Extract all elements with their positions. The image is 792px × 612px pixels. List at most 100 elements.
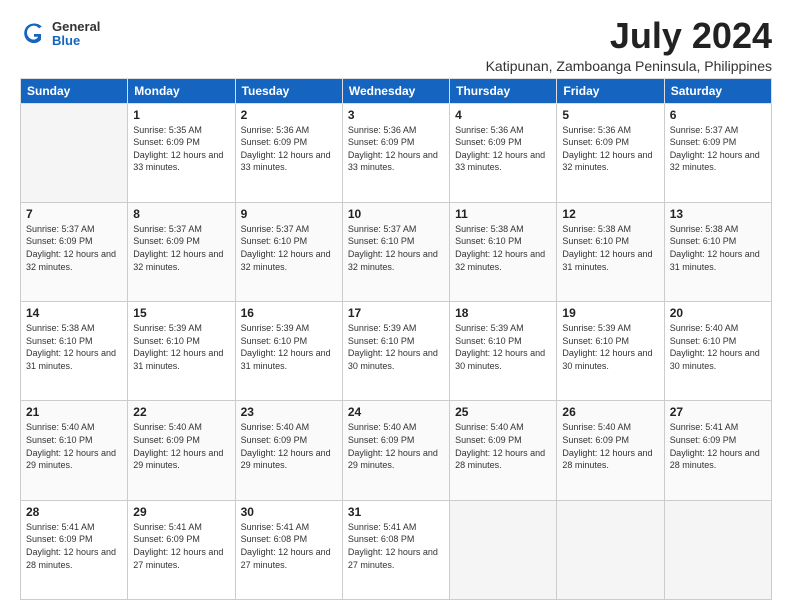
day-number: 1 — [133, 108, 229, 122]
logo-blue: Blue — [52, 34, 100, 48]
calendar-day-empty — [557, 500, 664, 599]
calendar-day-19: 19 Sunrise: 5:39 AMSunset: 6:10 PMDaylig… — [557, 302, 664, 401]
day-info: Sunrise: 5:36 AMSunset: 6:09 PMDaylight:… — [348, 124, 444, 174]
location-title: Katipunan, Zamboanga Peninsula, Philippi… — [486, 58, 772, 74]
calendar-day-7: 7 Sunrise: 5:37 AMSunset: 6:09 PMDayligh… — [21, 202, 128, 301]
day-info: Sunrise: 5:39 AMSunset: 6:10 PMDaylight:… — [455, 322, 551, 372]
logo: General Blue — [20, 20, 100, 49]
day-number: 3 — [348, 108, 444, 122]
day-number: 10 — [348, 207, 444, 221]
calendar-day-8: 8 Sunrise: 5:37 AMSunset: 6:09 PMDayligh… — [128, 202, 235, 301]
calendar-header-thursday: Thursday — [450, 78, 557, 103]
calendar-day-31: 31 Sunrise: 5:41 AMSunset: 6:08 PMDaylig… — [342, 500, 449, 599]
calendar-day-24: 24 Sunrise: 5:40 AMSunset: 6:09 PMDaylig… — [342, 401, 449, 500]
day-number: 9 — [241, 207, 337, 221]
day-info: Sunrise: 5:36 AMSunset: 6:09 PMDaylight:… — [562, 124, 658, 174]
calendar-day-13: 13 Sunrise: 5:38 AMSunset: 6:10 PMDaylig… — [664, 202, 771, 301]
page: General Blue July 2024 Katipunan, Zamboa… — [0, 0, 792, 612]
day-info: Sunrise: 5:38 AMSunset: 6:10 PMDaylight:… — [670, 223, 766, 273]
calendar-day-25: 25 Sunrise: 5:40 AMSunset: 6:09 PMDaylig… — [450, 401, 557, 500]
calendar-day-15: 15 Sunrise: 5:39 AMSunset: 6:10 PMDaylig… — [128, 302, 235, 401]
day-info: Sunrise: 5:41 AMSunset: 6:09 PMDaylight:… — [133, 521, 229, 571]
day-number: 20 — [670, 306, 766, 320]
day-number: 27 — [670, 405, 766, 419]
day-info: Sunrise: 5:38 AMSunset: 6:10 PMDaylight:… — [26, 322, 122, 372]
day-info: Sunrise: 5:40 AMSunset: 6:09 PMDaylight:… — [133, 421, 229, 471]
calendar-day-26: 26 Sunrise: 5:40 AMSunset: 6:09 PMDaylig… — [557, 401, 664, 500]
day-number: 13 — [670, 207, 766, 221]
day-number: 6 — [670, 108, 766, 122]
title-block: July 2024 Katipunan, Zamboanga Peninsula… — [486, 16, 772, 74]
logo-general: General — [52, 20, 100, 34]
calendar-week-1: 1 Sunrise: 5:35 AMSunset: 6:09 PMDayligh… — [21, 103, 772, 202]
calendar-header-sunday: Sunday — [21, 78, 128, 103]
day-number: 15 — [133, 306, 229, 320]
calendar-header-row: SundayMondayTuesdayWednesdayThursdayFrid… — [21, 78, 772, 103]
calendar-header-tuesday: Tuesday — [235, 78, 342, 103]
day-number: 7 — [26, 207, 122, 221]
day-info: Sunrise: 5:40 AMSunset: 6:10 PMDaylight:… — [26, 421, 122, 471]
day-info: Sunrise: 5:40 AMSunset: 6:10 PMDaylight:… — [670, 322, 766, 372]
calendar-day-9: 9 Sunrise: 5:37 AMSunset: 6:10 PMDayligh… — [235, 202, 342, 301]
day-info: Sunrise: 5:36 AMSunset: 6:09 PMDaylight:… — [241, 124, 337, 174]
day-info: Sunrise: 5:40 AMSunset: 6:09 PMDaylight:… — [562, 421, 658, 471]
day-number: 19 — [562, 306, 658, 320]
day-number: 21 — [26, 405, 122, 419]
calendar-day-22: 22 Sunrise: 5:40 AMSunset: 6:09 PMDaylig… — [128, 401, 235, 500]
calendar-day-6: 6 Sunrise: 5:37 AMSunset: 6:09 PMDayligh… — [664, 103, 771, 202]
calendar-day-11: 11 Sunrise: 5:38 AMSunset: 6:10 PMDaylig… — [450, 202, 557, 301]
logo-text: General Blue — [52, 20, 100, 49]
day-info: Sunrise: 5:39 AMSunset: 6:10 PMDaylight:… — [241, 322, 337, 372]
day-info: Sunrise: 5:39 AMSunset: 6:10 PMDaylight:… — [133, 322, 229, 372]
calendar-day-20: 20 Sunrise: 5:40 AMSunset: 6:10 PMDaylig… — [664, 302, 771, 401]
day-number: 26 — [562, 405, 658, 419]
day-info: Sunrise: 5:37 AMSunset: 6:10 PMDaylight:… — [241, 223, 337, 273]
calendar-day-5: 5 Sunrise: 5:36 AMSunset: 6:09 PMDayligh… — [557, 103, 664, 202]
day-number: 23 — [241, 405, 337, 419]
day-info: Sunrise: 5:37 AMSunset: 6:10 PMDaylight:… — [348, 223, 444, 273]
calendar-header-friday: Friday — [557, 78, 664, 103]
calendar-day-17: 17 Sunrise: 5:39 AMSunset: 6:10 PMDaylig… — [342, 302, 449, 401]
month-title: July 2024 — [486, 16, 772, 56]
day-number: 4 — [455, 108, 551, 122]
day-info: Sunrise: 5:37 AMSunset: 6:09 PMDaylight:… — [26, 223, 122, 273]
day-info: Sunrise: 5:38 AMSunset: 6:10 PMDaylight:… — [562, 223, 658, 273]
calendar-day-29: 29 Sunrise: 5:41 AMSunset: 6:09 PMDaylig… — [128, 500, 235, 599]
day-number: 18 — [455, 306, 551, 320]
calendar-week-3: 14 Sunrise: 5:38 AMSunset: 6:10 PMDaylig… — [21, 302, 772, 401]
calendar-day-1: 1 Sunrise: 5:35 AMSunset: 6:09 PMDayligh… — [128, 103, 235, 202]
calendar-week-2: 7 Sunrise: 5:37 AMSunset: 6:09 PMDayligh… — [21, 202, 772, 301]
day-number: 8 — [133, 207, 229, 221]
day-number: 30 — [241, 505, 337, 519]
calendar-day-16: 16 Sunrise: 5:39 AMSunset: 6:10 PMDaylig… — [235, 302, 342, 401]
calendar-header-wednesday: Wednesday — [342, 78, 449, 103]
calendar-day-empty — [450, 500, 557, 599]
day-number: 12 — [562, 207, 658, 221]
day-number: 14 — [26, 306, 122, 320]
calendar-day-18: 18 Sunrise: 5:39 AMSunset: 6:10 PMDaylig… — [450, 302, 557, 401]
day-info: Sunrise: 5:37 AMSunset: 6:09 PMDaylight:… — [133, 223, 229, 273]
day-number: 24 — [348, 405, 444, 419]
calendar-header-monday: Monday — [128, 78, 235, 103]
calendar-day-28: 28 Sunrise: 5:41 AMSunset: 6:09 PMDaylig… — [21, 500, 128, 599]
day-number: 2 — [241, 108, 337, 122]
day-info: Sunrise: 5:41 AMSunset: 6:08 PMDaylight:… — [241, 521, 337, 571]
day-number: 16 — [241, 306, 337, 320]
calendar-day-21: 21 Sunrise: 5:40 AMSunset: 6:10 PMDaylig… — [21, 401, 128, 500]
calendar-day-2: 2 Sunrise: 5:36 AMSunset: 6:09 PMDayligh… — [235, 103, 342, 202]
calendar-day-23: 23 Sunrise: 5:40 AMSunset: 6:09 PMDaylig… — [235, 401, 342, 500]
day-number: 17 — [348, 306, 444, 320]
calendar-header-saturday: Saturday — [664, 78, 771, 103]
calendar-day-3: 3 Sunrise: 5:36 AMSunset: 6:09 PMDayligh… — [342, 103, 449, 202]
day-info: Sunrise: 5:41 AMSunset: 6:09 PMDaylight:… — [26, 521, 122, 571]
calendar-day-empty — [664, 500, 771, 599]
calendar-week-4: 21 Sunrise: 5:40 AMSunset: 6:10 PMDaylig… — [21, 401, 772, 500]
day-number: 22 — [133, 405, 229, 419]
day-info: Sunrise: 5:38 AMSunset: 6:10 PMDaylight:… — [455, 223, 551, 273]
day-info: Sunrise: 5:36 AMSunset: 6:09 PMDaylight:… — [455, 124, 551, 174]
day-info: Sunrise: 5:39 AMSunset: 6:10 PMDaylight:… — [562, 322, 658, 372]
day-info: Sunrise: 5:39 AMSunset: 6:10 PMDaylight:… — [348, 322, 444, 372]
day-info: Sunrise: 5:35 AMSunset: 6:09 PMDaylight:… — [133, 124, 229, 174]
day-info: Sunrise: 5:41 AMSunset: 6:09 PMDaylight:… — [670, 421, 766, 471]
day-info: Sunrise: 5:40 AMSunset: 6:09 PMDaylight:… — [241, 421, 337, 471]
